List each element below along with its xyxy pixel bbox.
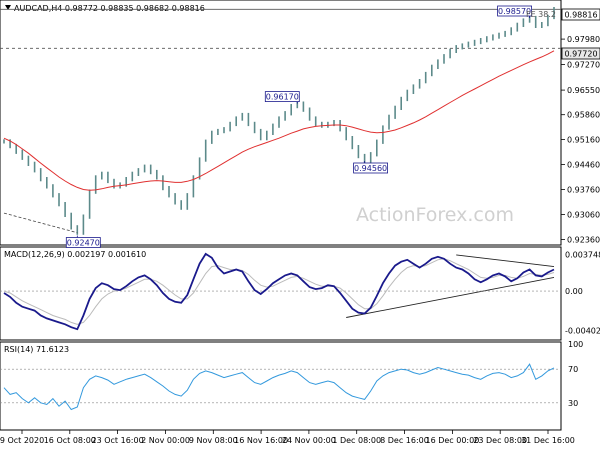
price-ytick-label: 0.96550 xyxy=(567,86,600,95)
xtick-label: 1 Dec 08:00 xyxy=(332,436,381,445)
level-price-label: 0.97720 xyxy=(564,50,597,59)
xtick-label: 23 Oct 16:00 xyxy=(92,436,144,445)
price-ytick-label: 0.95160 xyxy=(567,136,600,145)
watermark-text: ActionForex.com xyxy=(356,204,514,226)
macd-signal-line xyxy=(3,258,555,325)
macd-panel-frame xyxy=(0,246,562,341)
xtick-label: 8 Dec 16:00 xyxy=(380,436,429,445)
macd-ytick-label: 0.003748 xyxy=(565,250,600,259)
price-ytick-label: 0.93760 xyxy=(567,186,600,195)
chart-window: ActionForex.com AUDCAD,H4 0.98772 0.9883… xyxy=(0,0,600,450)
xtick-label: 9 Oct 2020 xyxy=(0,436,44,445)
macd-series xyxy=(0,252,561,331)
price-ytick-label: 0.97980 xyxy=(567,35,600,44)
macd-title: MACD(12,26,9) 0.002197 0.001610 xyxy=(4,250,146,259)
macd-trendline-1 xyxy=(456,254,555,268)
rsi-title: RSI(14) 71.6123 xyxy=(4,345,69,354)
trendlines xyxy=(3,212,555,318)
fe-label: FE 38.2 xyxy=(526,10,556,19)
price-trendline-0 xyxy=(3,212,78,234)
price-ytick-label: 0.92360 xyxy=(567,235,600,244)
price-series xyxy=(3,7,555,235)
rsi-series xyxy=(0,363,561,411)
price-level-lines xyxy=(0,8,561,49)
price-ytick-label: 0.93060 xyxy=(567,211,600,220)
price-ytick-label: 0.97270 xyxy=(567,60,600,69)
rsi-ytick-label: 30 xyxy=(568,399,578,408)
xtick-label: 16 Nov 16:00 xyxy=(234,436,288,445)
xtick-label: 16 Dec 00:00 xyxy=(425,436,479,445)
xtick-label: 2 Nov 00:00 xyxy=(141,436,190,445)
xtick-label: 31 Dec 16:00 xyxy=(521,436,575,445)
xtick-label: 23 Dec 08:00 xyxy=(473,436,527,445)
symbol-header: AUDCAD,H4 0.98772 0.98835 0.98682 0.9881… xyxy=(14,4,205,13)
chart-canvas: ActionForex.com AUDCAD,H4 0.98772 0.9883… xyxy=(0,0,600,445)
rsi-line xyxy=(3,363,555,411)
macd-line xyxy=(3,252,555,331)
annotation-label-0: 0.92470 xyxy=(67,239,100,248)
annotation-label-2: 0.94560 xyxy=(354,164,387,173)
macd-ytick-label: -0.004021 xyxy=(565,326,600,335)
price-ytick-label: 0.94460 xyxy=(567,161,600,170)
rsi-ytick-label: 70 xyxy=(568,365,578,374)
current-price-label: 0.98816 xyxy=(564,11,597,20)
xtick-label: 16 Oct 08:00 xyxy=(44,436,96,445)
rsi-ytick-label: 100 xyxy=(568,340,583,349)
macd-trendline-0 xyxy=(346,276,555,318)
macd-ytick-label: 0.00 xyxy=(565,287,583,296)
price-ytick-label: 0.95860 xyxy=(567,111,600,120)
xtick-label: 9 Nov 08:00 xyxy=(189,436,238,445)
xtick-label: 24 Nov 00:00 xyxy=(282,436,336,445)
annotation-label-1: 0.96170 xyxy=(266,93,299,102)
